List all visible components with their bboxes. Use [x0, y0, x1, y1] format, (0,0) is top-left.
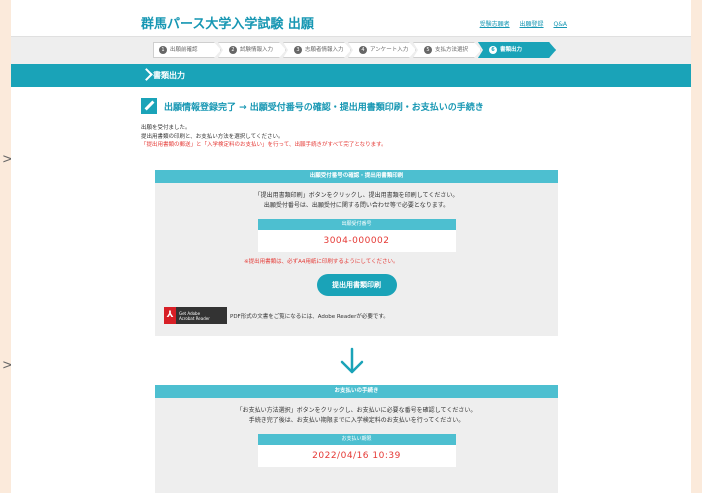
print-warning: ※提出用書類は、必ずA4用紙に印刷するようにしてください。	[244, 259, 399, 265]
application-number-label: 出願受付番号	[257, 219, 456, 230]
step-1: 1 出願前確認	[153, 42, 221, 58]
print-box-heading: 出願受付番号の確認・提出用書類印刷	[155, 170, 558, 183]
header-link-register[interactable]: 出願登録	[520, 21, 544, 28]
main-content: 出願情報登録完了 → 出願受付番号の確認・提出用書類印刷・お支払いの手続き 出願…	[141, 98, 571, 493]
arrow-down-icon	[340, 347, 364, 374]
print-instruction: 「提出用書類印刷」ボタンをクリックし、提出用書類を印刷してください。	[254, 192, 459, 199]
payment-box: お支払いの手続き 「お支払い方法選択」ボタンをクリックし、お支払いに必要な番号を…	[155, 385, 558, 493]
completion-title: 出願情報登録完了 → 出願受付番号の確認・提出用書類印刷・お支払いの手続き	[164, 102, 484, 113]
print-documents-box: 出願受付番号の確認・提出用書類印刷 「提出用書類印刷」ボタンをクリックし、提出用…	[155, 170, 558, 336]
header-link-applicant[interactable]: 受験志願者	[480, 21, 510, 28]
message-warning: 「提出用書類の郵送」と「入学検定料のお支払い」を行って、出願手続きがすべて完了と…	[141, 142, 387, 148]
message-line: 提出用書類の印刷と、お支払い方法を選択してください。	[141, 133, 284, 140]
site-header: 群馬パース大学入学試験 出願 受験志願者 出願登録 Q&A	[11, 0, 691, 36]
completion-heading: 出願情報登録完了 → 出願受付番号の確認・提出用書類印刷・お支払いの手続き	[141, 98, 571, 114]
site-title: 群馬パース大学入学試験 出願	[141, 17, 314, 32]
adobe-note: PDF形式の文書をご覧になるには、Adobe Readerが必要です。	[230, 313, 389, 320]
step-number: 6	[489, 46, 497, 54]
payment-box-heading: お支払いの手続き	[155, 385, 558, 398]
print-documents-button[interactable]: 提出用書類印刷	[316, 274, 397, 296]
payment-box-text: 「お支払い方法選択」ボタンをクリックし、お支払いに必要な番号を確認してください。…	[155, 406, 558, 426]
step-label: 支払方法選択	[435, 47, 469, 53]
payment-deadline-value: 2022/04/16 10:39	[312, 451, 401, 461]
header-links: 受験志願者 出願登録 Q&A	[472, 19, 567, 28]
adobe-badge-text: Get Adobe Acrobat Reader	[179, 311, 210, 321]
step-6-active: 6 書類出力	[478, 42, 556, 58]
print-instruction: 出願受付番号は、出願受付に関する問い合わせ等で必要となります。	[263, 202, 450, 209]
step-progress-bar: 1 出願前確認 2 試験情報入力 3 志願者情報入力 4 アンケート入力 5 支払方法選択…	[11, 36, 691, 64]
print-box-text: 「提出用書類印刷」ボタンをクリックし、提出用書類を印刷してください。 出願受付番…	[155, 191, 558, 211]
step-number: 3	[294, 46, 302, 54]
pencil-icon	[141, 98, 157, 114]
payment-deadline-panel: お支払い期限 2022/04/16 10:39	[257, 434, 456, 467]
step-label: 書類出力	[500, 47, 523, 53]
payment-instruction: 手続き完了後は、お支払い期限までに入学検定料のお支払いを行ってください。	[248, 417, 465, 424]
step-3: 3 志願者情報入力	[283, 42, 351, 58]
step-2: 2 試験情報入力	[218, 42, 286, 58]
application-number-value: 3004-000002	[323, 236, 390, 246]
message-line: 出願を受付ました。	[141, 125, 191, 131]
payment-instruction: 「お支払い方法選択」ボタンをクリックし、お支払いに必要な番号を確認してください。	[236, 407, 477, 414]
adobe-reader-row: ⅄ Get Adobe Acrobat Reader PDF形式の文書をご覧にな…	[164, 307, 558, 324]
completion-message: 出願を受付ました。 提出用書類の印刷と、お支払い方法を選択してください。 「提出…	[141, 124, 571, 150]
adobe-badge-line: Acrobat Reader	[179, 315, 210, 321]
step-label: 志願者情報入力	[305, 47, 344, 53]
application-number-panel: 出願受付番号 3004-000002	[257, 219, 456, 252]
step-5: 5 支払方法選択	[413, 42, 481, 58]
section-title-bar: 書類出力	[11, 64, 691, 87]
step-4: 4 アンケート入力	[348, 42, 416, 58]
step-number: 1	[159, 46, 167, 54]
step-number: 4	[359, 46, 367, 54]
step-label: 試験情報入力	[240, 47, 274, 53]
step-number: 5	[424, 46, 432, 54]
adobe-logo-icon: ⅄	[164, 307, 176, 324]
section-title: 書類出力	[153, 71, 185, 80]
step-label: アンケート入力	[370, 47, 409, 53]
step-label: 出願前確認	[170, 47, 198, 53]
browser-page: 群馬パース大学入学試験 出願 受験志願者 出願登録 Q&A 1 出願前確認 2 試験…	[11, 0, 691, 493]
get-adobe-reader-badge[interactable]: ⅄ Get Adobe Acrobat Reader	[164, 307, 227, 324]
payment-deadline-label: お支払い期限	[257, 434, 456, 445]
step-number: 2	[229, 46, 237, 54]
header-link-faq[interactable]: Q&A	[553, 21, 567, 28]
